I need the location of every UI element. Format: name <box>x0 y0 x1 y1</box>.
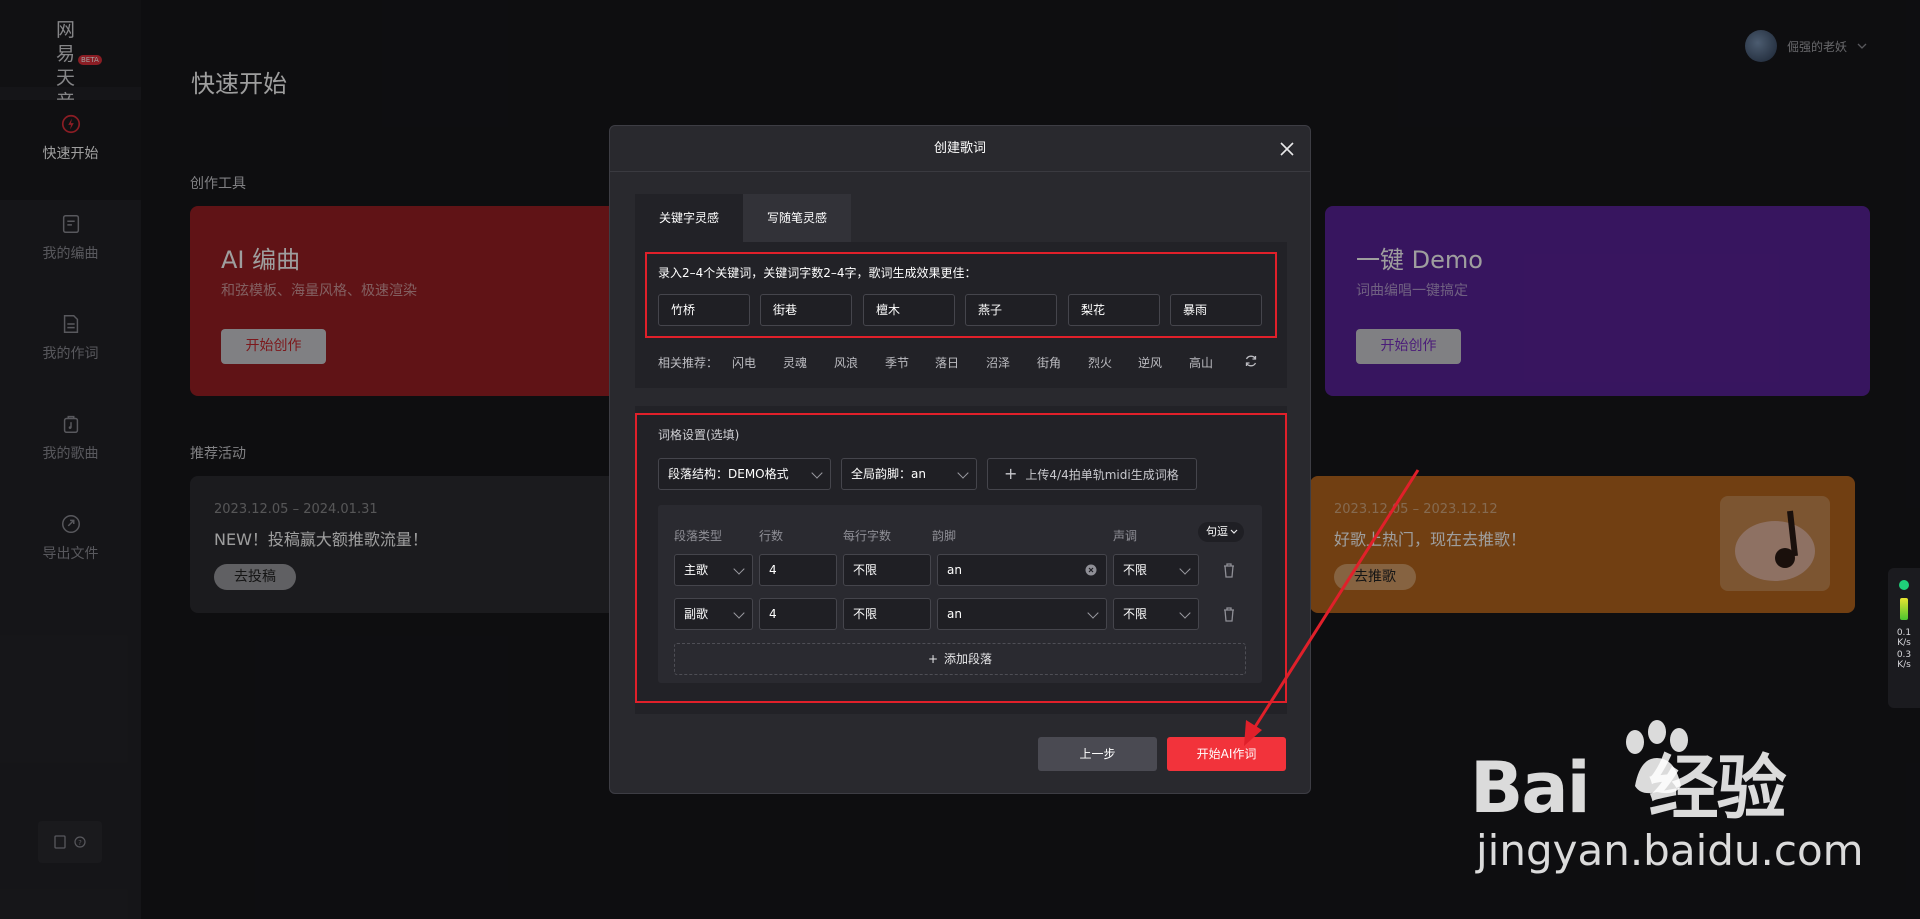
upload-speed: 0.1 <box>1896 628 1912 638</box>
download-unit: K/s <box>1897 660 1911 670</box>
network-speed-widget: 0.1 K/s 0.3 K/s <box>1888 568 1920 708</box>
baidu-paw-icon <box>1626 720 1688 794</box>
signal-bar <box>1900 598 1908 620</box>
watermark-brand-text: Bai <box>1470 747 1591 829</box>
download-speed: 0.3 <box>1896 650 1912 660</box>
baidu-watermark: Bai 经验 jingyan.baidu.com <box>1470 706 1920 919</box>
watermark-url: jingyan.baidu.com <box>1476 826 1864 875</box>
status-dot <box>1899 580 1909 590</box>
upload-unit: K/s <box>1897 638 1911 648</box>
